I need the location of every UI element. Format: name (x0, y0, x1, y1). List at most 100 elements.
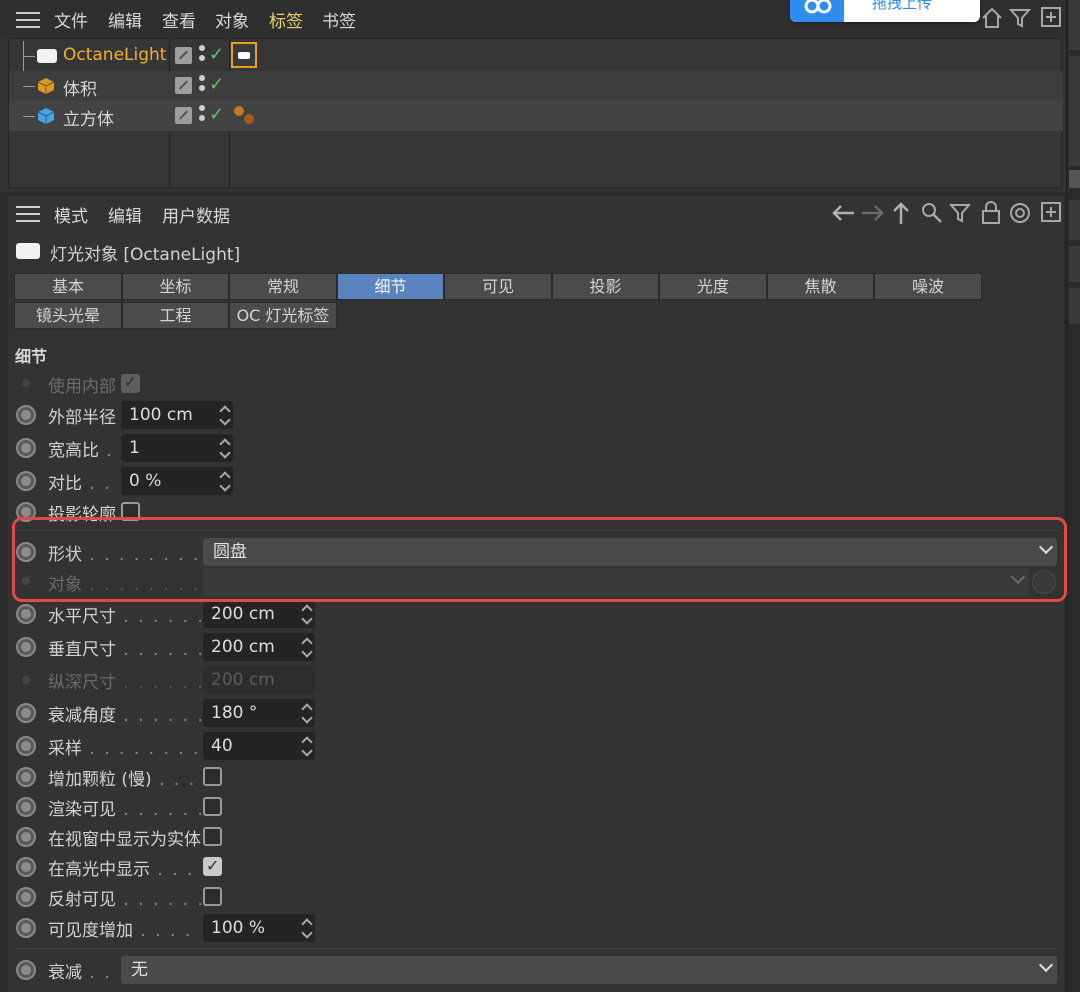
object-name[interactable]: 立方体 (63, 105, 114, 130)
object-row-octanelight[interactable]: OctaneLight ✓ (9, 41, 1063, 117)
side-tab[interactable] (1069, 288, 1080, 324)
tab-general[interactable]: 常规 (229, 273, 337, 300)
animation-radio[interactable] (16, 604, 36, 624)
tab-oc-light-tag[interactable]: OC 灯光标签 (229, 302, 337, 329)
target-icon[interactable] (1008, 201, 1032, 229)
animation-radio[interactable] (16, 438, 36, 458)
side-tab[interactable] (1069, 0, 1080, 50)
spinner-icon[interactable] (219, 437, 231, 459)
tab-noise[interactable]: 噪波 (874, 273, 982, 300)
falloff-dropdown[interactable]: 无 (121, 956, 1057, 984)
menu-bookmarks[interactable]: 书签 (322, 7, 356, 32)
filter-icon[interactable] (1008, 6, 1032, 30)
tab-lens-flare[interactable]: 镜头光晕 (14, 302, 122, 329)
side-tab[interactable] (1069, 200, 1080, 240)
material-tag-icon[interactable] (233, 103, 257, 127)
tab-visibility[interactable]: 可见 (444, 273, 552, 300)
back-arrow-icon[interactable] (830, 202, 856, 228)
v-size-field[interactable]: 200 cm (203, 633, 315, 661)
tab-basic[interactable]: 基本 (14, 273, 122, 300)
object-row-cube[interactable]: 立方体 ✓ (9, 101, 1063, 131)
animation-radio[interactable] (16, 918, 36, 938)
side-tab[interactable] (1069, 56, 1080, 166)
side-tab[interactable] (1069, 246, 1080, 282)
visibility-dots-icon[interactable] (199, 75, 207, 95)
menu-edit[interactable]: 编辑 (108, 7, 142, 32)
samples-value: 40 (211, 736, 233, 756)
tab-coord[interactable]: 坐标 (122, 273, 229, 300)
visibility-dots-icon[interactable] (199, 105, 207, 125)
use-inner-label: 使用内部 (48, 377, 116, 397)
object-name[interactable]: OctaneLight (63, 45, 166, 65)
menu-view[interactable]: 查看 (162, 7, 196, 32)
animation-radio[interactable] (16, 405, 36, 425)
samples-field[interactable]: 40 (203, 732, 315, 760)
enabled-check-icon[interactable]: ✓ (209, 44, 224, 65)
spinner-icon[interactable] (301, 702, 313, 724)
v-size-value: 200 cm (211, 637, 275, 657)
animation-radio[interactable] (16, 637, 36, 657)
filter-icon[interactable] (948, 201, 972, 229)
aspect-field[interactable]: 1 (121, 434, 233, 462)
search-icon[interactable] (920, 201, 944, 229)
drag-upload-button[interactable]: 拖拽上传 (790, 0, 980, 22)
up-arrow-icon[interactable] (890, 200, 912, 230)
animation-radio[interactable] (16, 797, 36, 817)
tab-details[interactable]: 细节 (337, 273, 444, 300)
tab-caustics[interactable]: 焦散 (767, 273, 874, 300)
tab-shadow[interactable]: 投影 (552, 273, 659, 300)
visibility-dots-icon[interactable] (199, 45, 207, 65)
menu-object[interactable]: 对象 (215, 7, 249, 32)
animation-radio[interactable] (16, 471, 36, 491)
home-icon[interactable] (980, 6, 1004, 30)
contrast-field[interactable]: 0 % (121, 467, 233, 495)
animation-radio[interactable] (16, 887, 36, 907)
spinner-icon[interactable] (301, 735, 313, 757)
visibility-boost-field[interactable]: 100 % (203, 914, 315, 942)
new-panel-icon[interactable] (1040, 201, 1062, 227)
animation-radio[interactable] (16, 703, 36, 723)
show-solid-checkbox[interactable] (203, 827, 222, 846)
spinner-icon[interactable] (219, 404, 231, 426)
spinner-icon[interactable] (301, 917, 313, 939)
lock-icon[interactable] (980, 200, 1002, 230)
attribute-manager-menubar: 模式 编辑 用户数据 (8, 196, 1064, 230)
object-manager: 文件 编辑 查看 对象 标签 书签 拖拽上传 OctaneLight ✓ 体积 … (0, 0, 1066, 192)
reflect-visible-checkbox[interactable] (203, 887, 222, 906)
hamburger-menu-icon[interactable] (16, 12, 40, 28)
animation-radio[interactable] (16, 736, 36, 756)
edit-icon[interactable] (175, 77, 192, 94)
tab-photometric[interactable]: 光度 (659, 273, 767, 300)
animation-radio[interactable] (16, 767, 36, 787)
outer-radius-field[interactable]: 100 cm (121, 401, 233, 429)
tab-project[interactable]: 工程 (122, 302, 229, 329)
spinner-icon[interactable] (301, 603, 313, 625)
menu-tags[interactable]: 标签 (269, 7, 303, 32)
object-name[interactable]: 体积 (63, 75, 97, 100)
spinner-icon[interactable] (301, 636, 313, 658)
menu-edit[interactable]: 编辑 (108, 202, 142, 227)
edit-icon[interactable] (175, 107, 192, 124)
edit-icon[interactable] (175, 47, 192, 64)
side-tab[interactable] (1069, 170, 1080, 188)
enabled-check-icon[interactable]: ✓ (209, 104, 224, 125)
new-panel-icon[interactable] (1040, 6, 1062, 28)
show-specular-checkbox[interactable] (203, 856, 222, 876)
hamburger-menu-icon[interactable] (16, 206, 40, 222)
menu-mode[interactable]: 模式 (54, 202, 88, 227)
forward-arrow-icon[interactable] (860, 202, 886, 228)
menu-user-data[interactable]: 用户数据 (162, 202, 230, 227)
menu-file[interactable]: 文件 (54, 7, 88, 32)
add-grain-checkbox[interactable] (203, 767, 222, 786)
octane-light-tag-icon[interactable] (231, 42, 257, 68)
animation-radio[interactable] (16, 857, 36, 877)
falloff-angle-field[interactable]: 180 ° (203, 699, 315, 727)
animation-radio[interactable] (16, 827, 36, 847)
object-row-volume[interactable]: 体积 ✓ (9, 71, 1063, 101)
spinner-icon[interactable] (219, 470, 231, 492)
h-size-field[interactable]: 200 cm (203, 600, 315, 628)
animation-radio[interactable] (16, 960, 36, 980)
enabled-check-icon[interactable]: ✓ (209, 74, 224, 95)
object-title: 灯光对象 [OctaneLight] (50, 245, 241, 265)
render-visible-checkbox[interactable] (203, 797, 222, 816)
